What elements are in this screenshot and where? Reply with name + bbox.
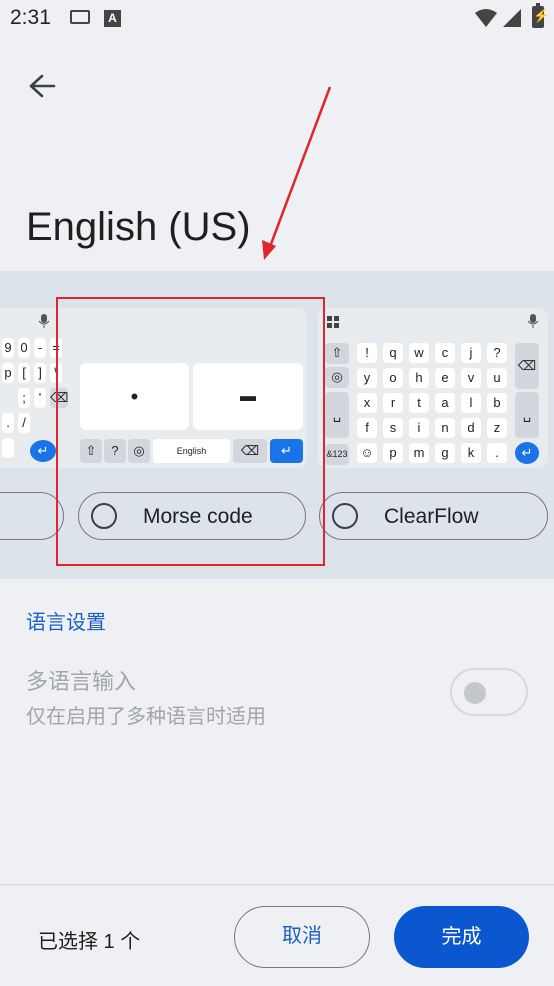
shift-icon: ⇧	[80, 439, 102, 463]
globe-icon: ◎	[325, 367, 349, 388]
key: '	[34, 388, 46, 408]
key: y	[357, 368, 377, 388]
enter-icon: ↵	[515, 442, 539, 464]
key: ]	[34, 363, 46, 383]
backspace-icon: ⌫	[233, 439, 267, 463]
key: h	[409, 368, 429, 388]
bottom-bar: 已选择 1 个 取消 完成	[0, 884, 554, 986]
page-title: English (US)	[26, 205, 251, 249]
signal-icon	[503, 9, 521, 27]
shift-icon: ⇧	[325, 343, 349, 364]
key: t	[409, 393, 429, 413]
key: 0	[18, 338, 30, 358]
key: !	[357, 343, 377, 363]
radio-button[interactable]	[332, 503, 358, 529]
section-header-language-settings: 语言设置	[26, 612, 106, 634]
mic-icon	[38, 314, 50, 328]
key: o	[383, 368, 403, 388]
annotation-arrow	[262, 86, 332, 260]
key: n	[435, 418, 455, 438]
backspace-icon: ⌫	[515, 343, 539, 389]
space-key: ␣	[325, 392, 349, 438]
wifi-icon	[475, 9, 497, 27]
key: z	[487, 418, 507, 438]
space-key-right: ␣	[515, 392, 539, 438]
key: v	[461, 368, 481, 388]
keyboard-preview-clearflow[interactable]: ⇧ ◎ ␣ &123 ! q w c j ? y o h e v u x r t…	[318, 308, 548, 468]
done-button[interactable]: 完成	[394, 906, 529, 968]
globe-icon: ◎	[128, 439, 150, 463]
key: p	[383, 443, 403, 463]
layout-option-label: ClearFlow	[384, 505, 479, 528]
key: /	[18, 413, 30, 433]
morse-dot-key: •	[80, 363, 189, 430]
key: ;	[18, 388, 30, 408]
key: q	[383, 343, 403, 363]
space-key: English	[153, 439, 230, 463]
a-icon: A	[104, 10, 121, 27]
key: k	[461, 443, 481, 463]
enter-icon: ↵	[270, 439, 303, 463]
key: \	[50, 363, 62, 383]
key: -	[34, 338, 46, 358]
key: ?	[487, 343, 507, 363]
keyboard-icon	[70, 10, 90, 24]
key: =	[50, 338, 62, 358]
key: l	[461, 393, 481, 413]
key: r	[383, 393, 403, 413]
backspace-icon: ⌫	[50, 388, 68, 408]
key: d	[461, 418, 481, 438]
emoji-icon: ☺	[357, 443, 377, 463]
symbols-key: &123	[325, 444, 349, 465]
multilang-toggle[interactable]	[450, 668, 528, 716]
keyboard-preview-morse[interactable]: • ▬ ⇧ ? ◎ English ⌫ ↵	[77, 308, 307, 468]
key	[2, 438, 14, 458]
key: e	[435, 368, 455, 388]
key: j	[461, 343, 481, 363]
key: x	[357, 393, 377, 413]
cancel-button[interactable]: 取消	[234, 906, 370, 968]
radio-button[interactable]	[91, 503, 117, 529]
layout-option-clearflow[interactable]: ClearFlow	[319, 492, 548, 540]
key: f	[357, 418, 377, 438]
help-icon: ?	[104, 439, 126, 463]
layout-carousel[interactable]: 9 0 - = p [ ] \ ; ' ⌫ . / ↵ • ▬ ⇧ ? ◎ En…	[0, 271, 554, 579]
status-bar: 2:31 A ⚡	[0, 0, 554, 38]
layout-option-morse-code[interactable]: Morse code	[78, 492, 306, 540]
status-time: 2:31	[10, 6, 51, 29]
mic-icon	[527, 314, 539, 328]
key: g	[435, 443, 455, 463]
key: c	[435, 343, 455, 363]
dot-glyph: •	[130, 384, 139, 409]
layout-option-label: Morse code	[143, 505, 253, 528]
multilang-input-title: 多语言输入	[26, 669, 137, 694]
morse-dash-key: ▬	[193, 363, 303, 430]
battery-charging-icon: ⚡	[532, 3, 549, 28]
dash-glyph: ▬	[240, 388, 256, 405]
key: s	[383, 418, 403, 438]
selected-count: 已选择 1 个	[38, 931, 141, 953]
key: i	[409, 418, 429, 438]
key: m	[409, 443, 429, 463]
key: a	[435, 393, 455, 413]
key: u	[487, 368, 507, 388]
layout-option-left[interactable]	[0, 492, 64, 540]
enter-icon: ↵	[30, 440, 56, 462]
key: .	[2, 413, 14, 433]
key: 9	[2, 338, 14, 358]
grid-icon	[327, 316, 339, 328]
key: b	[487, 393, 507, 413]
key: [	[18, 363, 30, 383]
key: w	[409, 343, 429, 363]
back-button[interactable]	[24, 64, 64, 108]
multilang-input-subtitle: 仅在启用了多种语言时适用	[26, 706, 266, 728]
toggle-knob	[464, 682, 486, 704]
key: p	[2, 363, 14, 383]
arrow-left-icon	[29, 74, 56, 98]
key: .	[487, 443, 507, 463]
